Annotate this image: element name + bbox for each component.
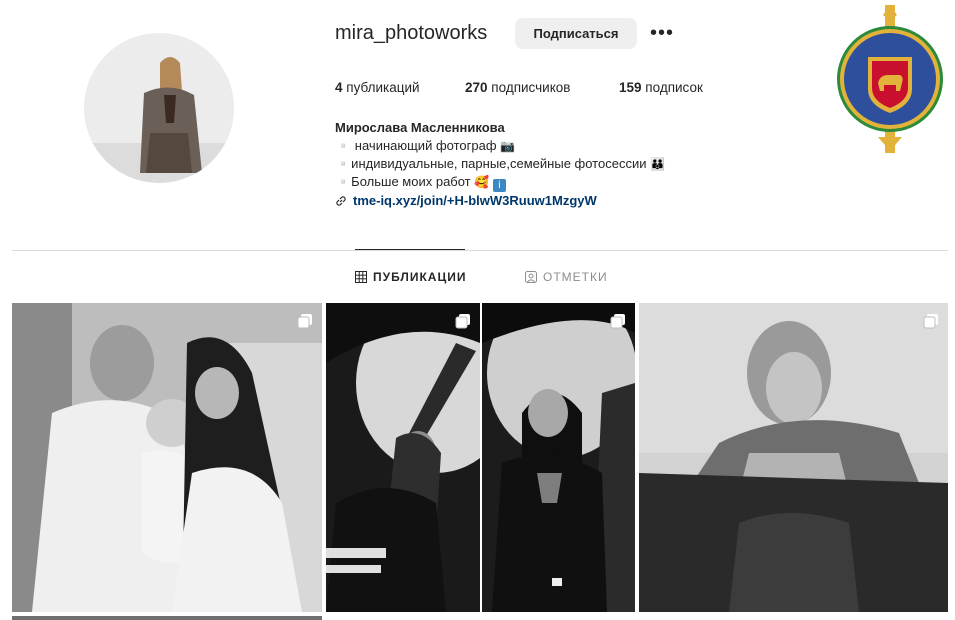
posts-stat: 4 публикаций (335, 80, 420, 95)
following-stat[interactable]: 159 подписок (619, 80, 703, 95)
camera-icon: 📷 (500, 139, 516, 153)
followers-count: 270 (465, 80, 488, 95)
post-photo-family (12, 303, 322, 612)
bio-link[interactable]: tme-iq.xyz/join/+H-blwW3Ruuw1MzgyW (335, 192, 665, 210)
bio-line-1: ▫️ начинающий фотограф 📷 (335, 137, 665, 155)
emblem-logo (837, 5, 943, 153)
link-icon (336, 196, 346, 206)
post-photo-woman-chair (639, 303, 948, 612)
avatar-photo (84, 33, 234, 183)
post-tile-next-row-2 (326, 616, 635, 620)
smiling-face-icon: 🥰 (474, 175, 490, 189)
tab-posts-label: ПУБЛИКАЦИИ (373, 270, 467, 284)
carousel-icon (610, 314, 625, 329)
tab-tagged[interactable]: ОТМЕТКИ (525, 270, 608, 284)
post-tile-3[interactable] (482, 303, 635, 612)
carousel-icon (297, 314, 312, 329)
full-name: Мирослава Масленникова (335, 120, 505, 135)
posts-label: публикаций (346, 80, 420, 95)
tab-tagged-label: ОТМЕТКИ (543, 270, 608, 284)
post-tile-2[interactable] (326, 303, 480, 612)
bio-link-text[interactable]: tme-iq.xyz/join/+H-blwW3Ruuw1MzgyW (353, 192, 597, 210)
followers-label: подписчиков (491, 80, 571, 95)
post-tile-1[interactable] (12, 303, 322, 612)
tabs-divider (12, 250, 948, 251)
post-tile-4[interactable] (639, 303, 948, 612)
username: mira_photoworks (335, 22, 488, 44)
bio-line-2: ▫️индивидуальные, парные,семейные фотосе… (335, 155, 665, 173)
bio-line-3: ▫️Больше моих работ 🥰 i (335, 173, 665, 192)
family-emoji-icon: 👪 (650, 157, 666, 171)
following-label: подписок (645, 80, 703, 95)
follow-button[interactable]: Подписаться (515, 18, 637, 49)
grid-icon (355, 271, 367, 283)
active-tab-indicator (355, 249, 465, 250)
tagged-icon (525, 271, 537, 283)
profile-avatar[interactable] (84, 33, 234, 183)
followers-stat[interactable]: 270 подписчиков (465, 80, 570, 95)
post-photo-woman-pose (326, 303, 480, 612)
carousel-icon (455, 314, 470, 329)
more-options-icon[interactable]: ••• (648, 20, 676, 46)
posts-count: 4 (335, 80, 343, 95)
bio-text-1: ▫️ начинающий фотограф (335, 138, 497, 153)
bio-text-3: ▫️Больше моих работ (335, 174, 471, 189)
post-photo-woman-portrait (482, 303, 635, 612)
post-tile-next-row-1[interactable] (12, 616, 322, 620)
following-count: 159 (619, 80, 642, 95)
profile-bio: Мирослава Масленникова ▫️ начинающий фот… (335, 119, 665, 210)
tab-posts[interactable]: ПУБЛИКАЦИИ (355, 270, 466, 284)
bio-text-2: ▫️индивидуальные, парные,семейные фотосе… (335, 156, 647, 171)
info-icon: i (492, 179, 506, 192)
carousel-icon (923, 314, 938, 329)
